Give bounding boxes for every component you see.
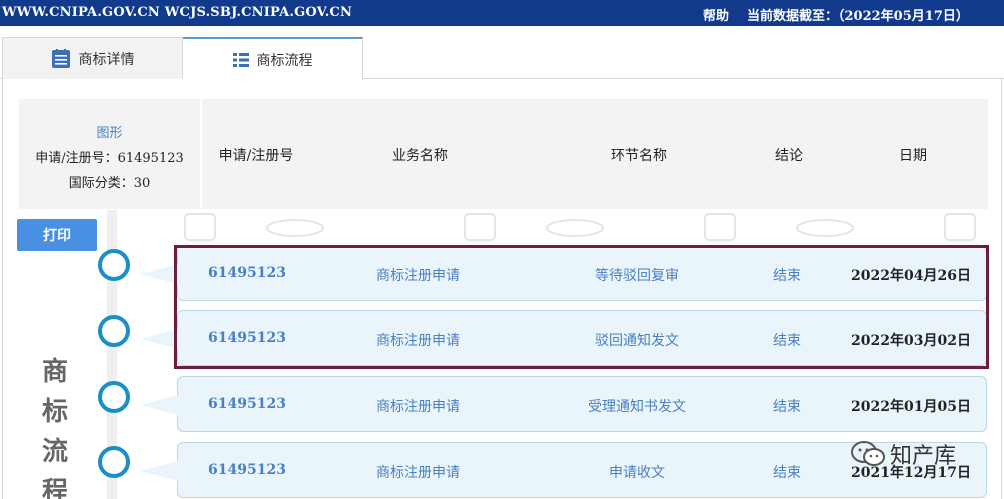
row-stage: 申请收文	[609, 465, 665, 481]
row-result: 结束	[773, 399, 801, 415]
timeline-node	[98, 315, 130, 347]
header-date: 日期	[899, 148, 927, 164]
tab-label: 商标详情	[78, 51, 135, 68]
side-title: 商 标 流 程	[40, 352, 70, 499]
row-reg-no[interactable]: 61495123	[208, 462, 286, 478]
header-result: 结论	[775, 148, 803, 164]
timeline-node	[98, 249, 130, 281]
help-link[interactable]: 帮助	[703, 5, 729, 24]
tab-trademark-details[interactable]: 商标详情	[2, 37, 183, 79]
side-title-char: 流	[41, 437, 68, 467]
highlight-frame	[174, 245, 989, 369]
row-pointer	[140, 395, 178, 415]
row-result: 结束	[773, 465, 801, 481]
print-button[interactable]: 打印	[17, 219, 97, 251]
international-class: 国际分类：30	[68, 176, 151, 191]
timeline-node	[98, 381, 130, 413]
row-date: 2022年01月05日	[851, 399, 971, 415]
side-title-char: 程	[41, 477, 68, 499]
row-pointer	[140, 329, 178, 349]
trademark-type[interactable]: 图形	[19, 122, 200, 141]
side-title-char: 标	[41, 397, 68, 427]
side-title-char: 商	[41, 357, 68, 387]
document-icon	[51, 48, 70, 68]
watermark-logo: 知产库	[850, 438, 956, 470]
list-icon	[232, 52, 249, 67]
table-header: 申请/注册号 业务名称 环节名称 结论 日期	[202, 99, 988, 209]
wechat-icon	[851, 441, 885, 466]
watermark-pattern	[184, 213, 976, 241]
row-business: 商标注册申请	[376, 399, 460, 415]
row-pointer	[140, 264, 178, 284]
header-stage: 环节名称	[611, 148, 667, 164]
site-urls[interactable]: WWW.CNIPA.GOV.CN WCJS.SBJ.CNIPA.GOV.CN	[2, 5, 352, 20]
row-pointer	[140, 461, 178, 481]
row-reg-no[interactable]: 61495123	[208, 396, 286, 412]
tab-trademark-process[interactable]: 商标流程	[183, 37, 363, 80]
logo-text: 知产库	[890, 444, 957, 469]
header-business: 业务名称	[392, 148, 448, 164]
registration-number: 申请/注册号：61495123	[35, 151, 184, 166]
process-row: 61495123 商标注册申请 受理通知书发文 结束 2022年01月05日	[140, 376, 987, 432]
row-stage: 受理通知书发文	[588, 399, 686, 415]
data-as-of: 当前数据截至：（2022年05月17日）	[747, 9, 969, 24]
tab-bar: 商标详情 商标流程	[0, 37, 1004, 80]
tab-label: 商标流程	[256, 52, 313, 69]
trademark-info-box: 图形 申请/注册号：61495123 国际分类：30	[19, 99, 200, 209]
header-reg-no: 申请/注册号	[218, 148, 294, 164]
timeline-node	[98, 446, 130, 478]
top-bar: WWW.CNIPA.GOV.CN WCJS.SBJ.CNIPA.GOV.CN 帮…	[0, 0, 1004, 26]
row-business: 商标注册申请	[376, 465, 460, 481]
